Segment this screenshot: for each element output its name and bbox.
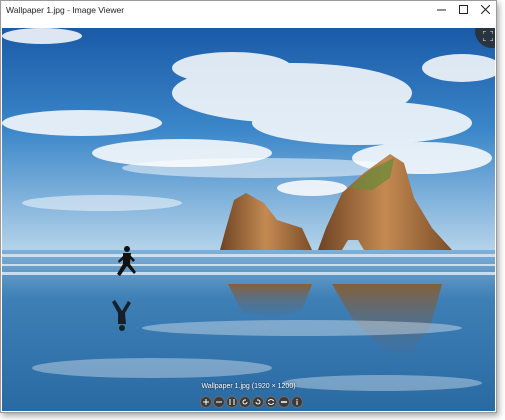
- viewer-toolbar: [200, 396, 303, 408]
- image-canvas[interactable]: Wallpaper 1.jpg (1920 × 1200): [2, 28, 495, 411]
- close-button[interactable]: [474, 1, 496, 18]
- fullscreen-icon: [483, 31, 493, 41]
- window-title: Wallpaper 1.jpg - Image Viewer: [6, 4, 125, 15]
- rotate-left-icon: [242, 399, 248, 405]
- delete-icon: [281, 401, 287, 403]
- close-icon: [480, 5, 490, 14]
- zoom-in-button[interactable]: [200, 396, 212, 408]
- wallpaper-image: [2, 28, 495, 411]
- plus-icon: [203, 399, 209, 405]
- minimize-button[interactable]: [430, 1, 452, 18]
- rotate-right-icon: [255, 399, 261, 405]
- image-viewer-window: Wallpaper 1.jpg - Image Viewer Wallpaper…: [0, 0, 497, 413]
- maximize-button[interactable]: [452, 1, 474, 18]
- maximize-icon: [458, 5, 468, 14]
- minimize-icon: [436, 9, 446, 11]
- actual-size-button[interactable]: [226, 396, 238, 408]
- rotate-left-button[interactable]: [239, 396, 251, 408]
- fit-icon: [268, 399, 274, 405]
- title-bar[interactable]: Wallpaper 1.jpg - Image Viewer: [1, 1, 496, 18]
- info-icon: [296, 399, 298, 405]
- rotate-right-button[interactable]: [252, 396, 264, 408]
- info-button[interactable]: [291, 396, 303, 408]
- fit-button[interactable]: [265, 396, 277, 408]
- minus-icon: [216, 401, 222, 403]
- image-caption: Wallpaper 1.jpg (1920 × 1200): [201, 383, 296, 390]
- delete-button[interactable]: [278, 396, 290, 408]
- zoom-out-button[interactable]: [213, 396, 225, 408]
- one-to-one-icon: [229, 399, 235, 405]
